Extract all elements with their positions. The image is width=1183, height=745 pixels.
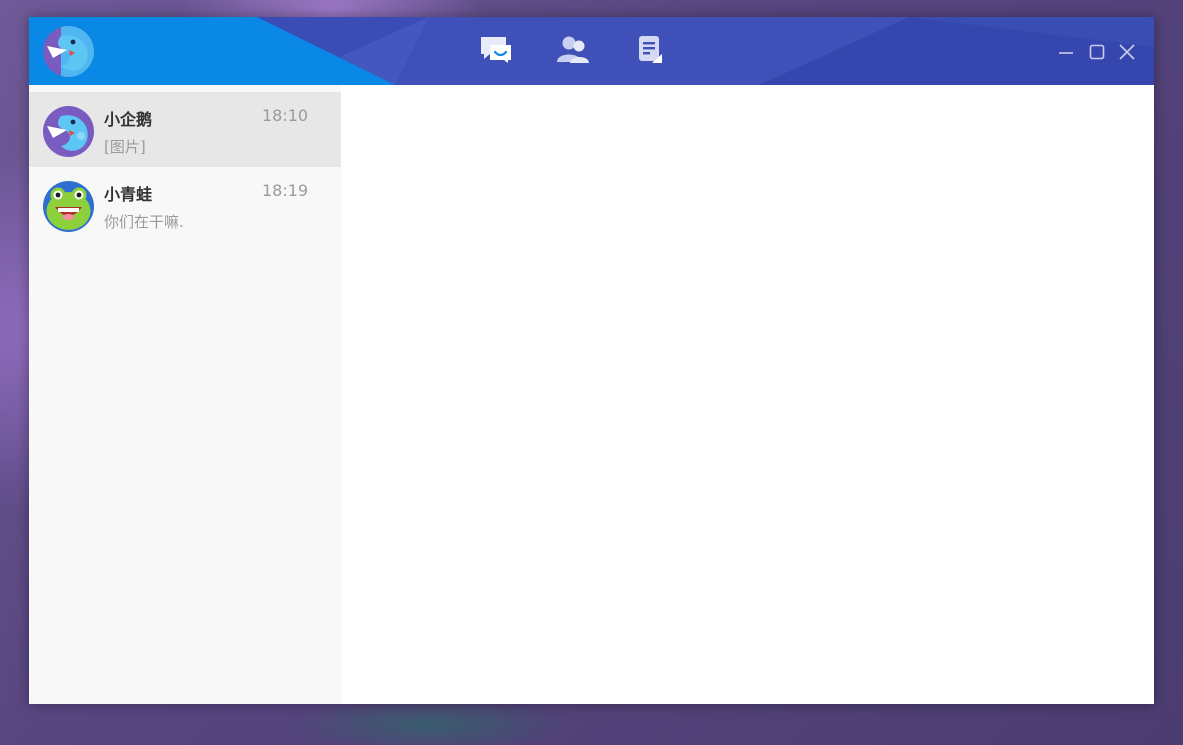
- frog-avatar-icon: [43, 181, 94, 232]
- contact-name: 小青蛙: [104, 185, 153, 204]
- contact-name: 小企鹅: [104, 110, 153, 129]
- message-preview: 你们在干嘛.: [104, 213, 184, 231]
- nav-chat-button[interactable]: [476, 34, 516, 70]
- contacts-icon: [557, 36, 589, 63]
- maximize-icon: [1089, 44, 1105, 60]
- close-icon: [1119, 44, 1135, 60]
- minimize-icon: [1059, 52, 1073, 54]
- maximize-button[interactable]: [1086, 41, 1108, 63]
- nav-contacts-button[interactable]: [553, 34, 593, 70]
- title-bar[interactable]: [29, 17, 1154, 85]
- conversation-item[interactable]: 小企鹅 18:10 [图片]: [29, 92, 341, 167]
- minimize-button[interactable]: [1055, 41, 1077, 63]
- chat-window: 小企鹅 18:10 [图片] 小青蛙 18:19 你们在干嘛.: [29, 17, 1154, 704]
- conversation-list: 小企鹅 18:10 [图片] 小青蛙 18:19 你们在干嘛.: [29, 85, 341, 704]
- notes-icon: [639, 36, 662, 63]
- nav-notes-button[interactable]: [630, 34, 670, 70]
- penguin-logo-icon: [43, 26, 94, 77]
- message-preview: [图片]: [104, 138, 146, 156]
- penguin-avatar-icon: [43, 106, 94, 157]
- message-time: 18:19: [262, 181, 309, 200]
- conversation-item[interactable]: 小青蛙 18:19 你们在干嘛.: [29, 167, 341, 242]
- chat-content-area: [341, 85, 1154, 704]
- message-time: 18:10: [262, 106, 309, 125]
- close-button[interactable]: [1116, 41, 1138, 63]
- chat-bubbles-icon: [481, 37, 511, 63]
